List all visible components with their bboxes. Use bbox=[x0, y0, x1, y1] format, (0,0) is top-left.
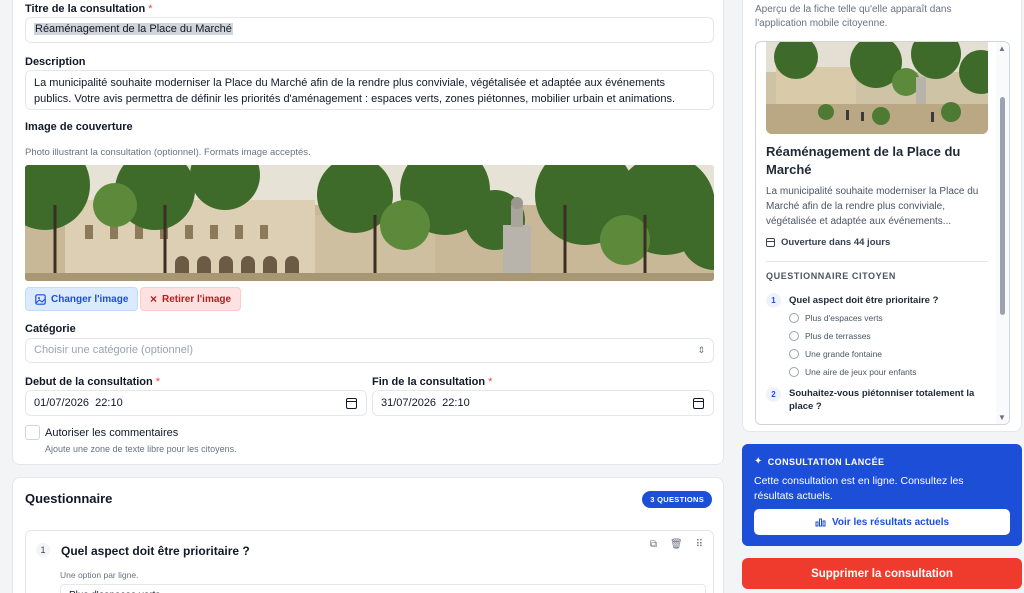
start-date-input[interactable]: 01/07/2026 22:10 bbox=[25, 390, 367, 416]
allow-comments-label: Autoriser les commentaires bbox=[45, 427, 179, 439]
question-actions: ⧉ 🗑 ⠿ bbox=[650, 539, 703, 550]
question-number: 1 bbox=[36, 543, 50, 557]
options-hint: Une option par ligne. bbox=[60, 570, 139, 580]
end-date-label: Fin de la consultation * bbox=[372, 376, 493, 388]
radio-icon bbox=[789, 331, 799, 341]
preview-hint: Aperçu de la fiche telle qu'elle apparaî… bbox=[755, 4, 952, 29]
preview-option[interactable]: Plus de terrasses bbox=[789, 331, 871, 341]
description-label: Description bbox=[25, 56, 86, 68]
category-placeholder: Choisir une catégorie (optionnel) bbox=[34, 344, 193, 356]
scrollbar-thumb[interactable] bbox=[1000, 97, 1005, 315]
end-date-input[interactable]: 31/07/2026 22:10 bbox=[372, 390, 714, 416]
duplicate-icon[interactable]: ⧉ bbox=[650, 539, 657, 550]
calendar-icon[interactable] bbox=[346, 398, 357, 409]
remove-image-label: Retirer l'image bbox=[162, 293, 232, 305]
radio-icon bbox=[789, 367, 799, 377]
preview-description: La municipalité souhaite moderniser la P… bbox=[766, 186, 979, 227]
drag-handle-icon[interactable]: ⠿ bbox=[696, 539, 703, 550]
calendar-icon bbox=[766, 238, 775, 247]
options-textarea[interactable]: Plus d'espaces verts bbox=[60, 584, 706, 593]
question-count-badge: 3 QUESTIONS bbox=[642, 491, 712, 508]
sparkle-icon: ✦ bbox=[754, 456, 763, 467]
launch-heading: ✦ CONSULTATION LANCÉE bbox=[754, 456, 885, 467]
preview-title: Réaménagement de la Place du Marché bbox=[766, 144, 961, 177]
calendar-icon[interactable] bbox=[693, 398, 704, 409]
preview-question-text: Souhaitez-vous piétonniser totalement la… bbox=[789, 388, 975, 412]
remove-image-button[interactable]: × Retirer l'image bbox=[140, 287, 242, 311]
radio-icon bbox=[789, 313, 799, 323]
image-icon bbox=[35, 293, 46, 305]
cover-label: Image de couverture bbox=[25, 121, 133, 133]
start-date-label: Debut de la consultation * bbox=[25, 376, 161, 388]
delete-consultation-button[interactable]: Supprimer la consultation bbox=[742, 558, 1022, 589]
view-results-button[interactable]: Voir les résultats actuels bbox=[754, 509, 1010, 535]
divider bbox=[766, 261, 988, 262]
preview-option[interactable]: Une grande fontaine bbox=[789, 349, 882, 359]
category-label: Catégorie bbox=[25, 323, 76, 335]
question-text[interactable]: Quel aspect doit être prioritaire ? bbox=[61, 544, 250, 558]
radio-icon bbox=[789, 349, 799, 359]
cover-hint: Photo illustrant la consultation (option… bbox=[25, 147, 311, 158]
title-input-value: Réaménagement de la Place du Marché bbox=[34, 23, 233, 35]
end-date-value: 31/07/2026 22:10 bbox=[381, 397, 470, 409]
preview-question-number: 1 bbox=[766, 293, 781, 308]
close-icon: × bbox=[150, 292, 158, 306]
title-label: Titre de la consultation * bbox=[25, 3, 153, 15]
change-image-label: Changer l'image bbox=[51, 293, 129, 305]
bar-chart-icon bbox=[815, 518, 826, 527]
preview-option[interactable]: Une aire de jeux pour enfants bbox=[789, 367, 917, 377]
allow-comments-checkbox[interactable] bbox=[25, 425, 40, 440]
preview-scrollbar[interactable]: ▲ ▼ bbox=[996, 42, 1009, 424]
chevron-up-down-icon: ⇕ bbox=[697, 345, 705, 355]
preview-cover-image bbox=[766, 42, 988, 134]
preview-question-number: 2 bbox=[766, 387, 781, 402]
category-select[interactable]: Choisir une catégorie (optionnel) ⇕ bbox=[25, 338, 714, 363]
scroll-down-icon[interactable]: ▼ bbox=[998, 413, 1006, 422]
consultation-form-card: Titre de la consultation * Réaménagement… bbox=[12, 0, 724, 465]
allow-comments-hint: Ajoute une zone de texte libre pour les … bbox=[45, 444, 237, 454]
launch-text: Cette consultation est en ligne. Consult… bbox=[754, 475, 964, 502]
preview-section-title: QUESTIONNAIRE CITOYEN bbox=[766, 271, 896, 281]
cover-image bbox=[25, 165, 714, 281]
title-input[interactable]: Réaménagement de la Place du Marché bbox=[25, 17, 714, 43]
scroll-up-icon[interactable]: ▲ bbox=[998, 44, 1006, 53]
preview-opening: Ouverture dans 44 jours bbox=[766, 237, 890, 248]
mobile-preview-frame[interactable]: Réaménagement de la Place du Marché La m… bbox=[755, 41, 1010, 425]
description-textarea[interactable]: La municipalité souhaite moderniser la P… bbox=[25, 70, 714, 110]
preview-question-text: Quel aspect doit être prioritaire ? bbox=[789, 295, 939, 306]
change-image-button[interactable]: Changer l'image bbox=[25, 287, 139, 311]
questionnaire-title: Questionnaire bbox=[25, 491, 113, 506]
questionnaire-card: Questionnaire 3 QUESTIONS 1 Quel aspect … bbox=[12, 477, 724, 593]
preview-option[interactable]: Plus d'espaces verts bbox=[789, 313, 883, 323]
trash-icon[interactable]: 🗑 bbox=[670, 539, 683, 550]
mobile-preview-card: Aperçu de la fiche telle qu'elle apparaî… bbox=[742, 0, 1022, 432]
start-date-value: 01/07/2026 22:10 bbox=[34, 397, 123, 409]
question-editor: 1 Quel aspect doit être prioritaire ? ⧉ … bbox=[25, 530, 714, 593]
consultation-launched-card: ✦ CONSULTATION LANCÉE Cette consultation… bbox=[742, 444, 1022, 546]
